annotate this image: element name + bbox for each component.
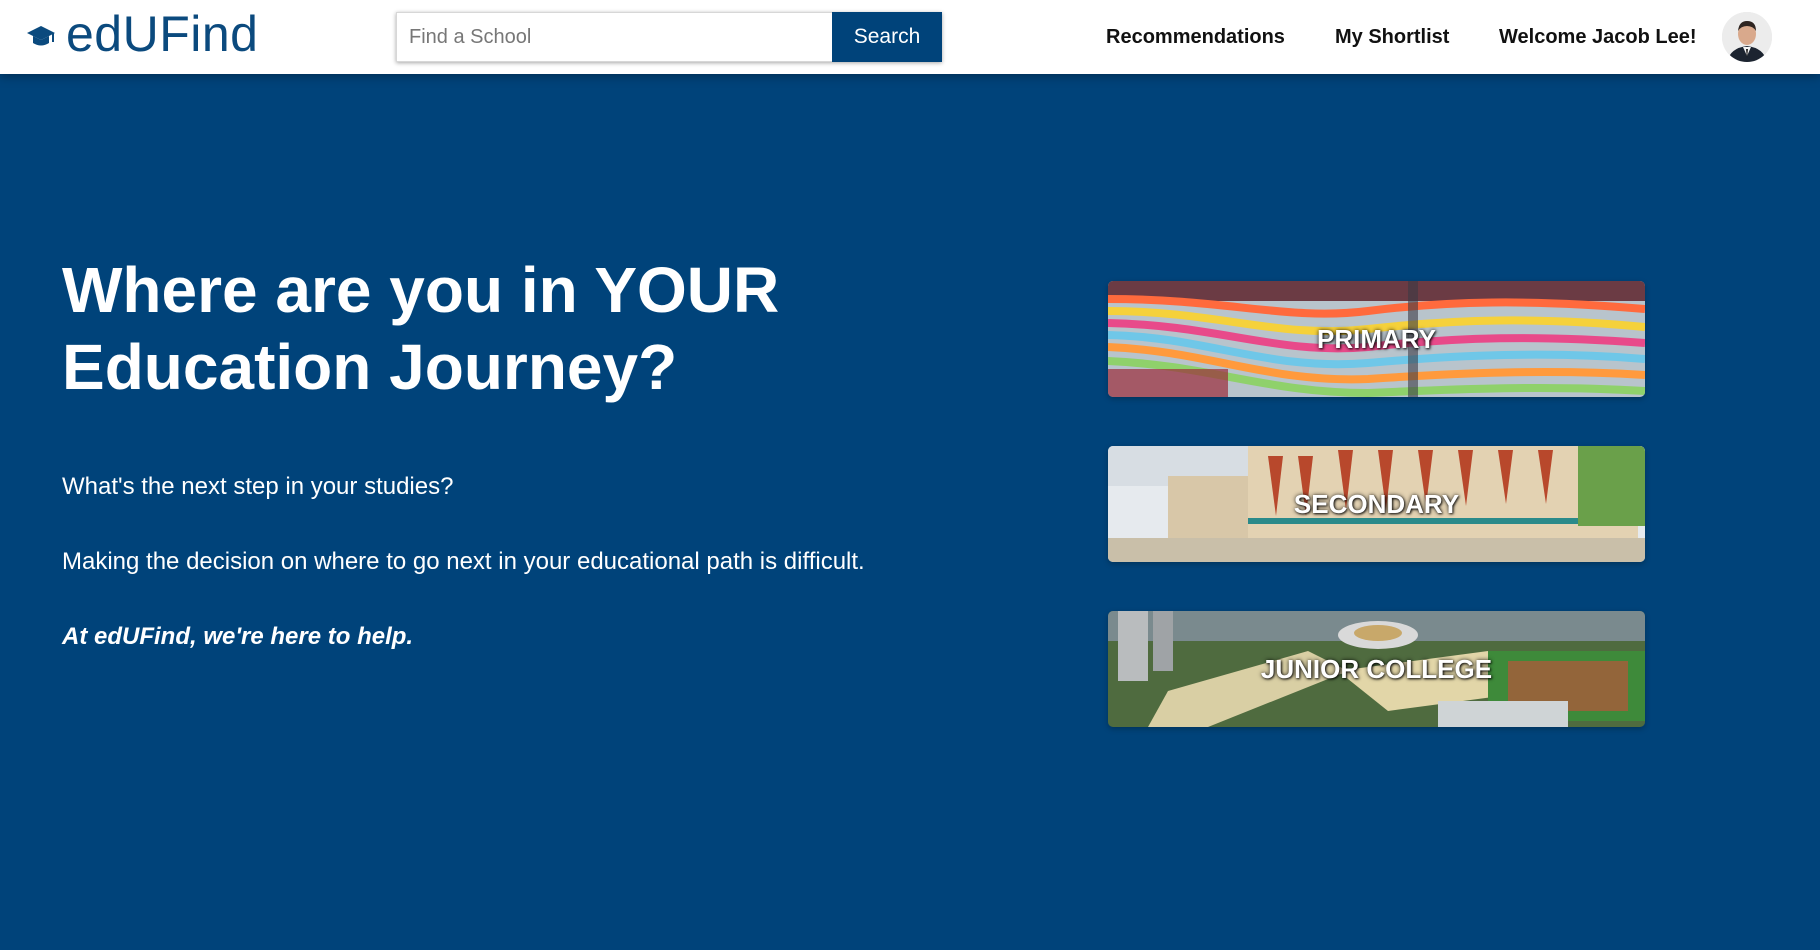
graduation-cap-icon	[27, 26, 55, 46]
nav-recommendations[interactable]: Recommendations	[1106, 0, 1285, 74]
top-navbar: edUFind Search Recommendations My Shortl…	[0, 0, 1820, 74]
logo-text: edUFind	[66, 6, 259, 62]
hero-description: Making the decision on where to go next …	[62, 548, 865, 575]
level-card-primary[interactable]: PRIMARY	[1108, 281, 1645, 397]
user-avatar-icon	[1722, 12, 1772, 62]
avatar[interactable]	[1722, 12, 1772, 62]
level-label-secondary: SECONDARY	[1293, 488, 1460, 519]
hero-tagline: At edUFind, we're here to help.	[62, 623, 414, 650]
hero-title-line1: Where are you in YOUR	[62, 254, 780, 326]
hero-title-line2: Education Journey?	[62, 331, 678, 403]
level-label-primary: PRIMARY	[1317, 323, 1436, 354]
search-bar: Search	[396, 12, 942, 62]
level-label-junior-college: JUNIOR COLLEGE	[1260, 653, 1493, 684]
level-card-junior-college[interactable]: JUNIOR COLLEGE	[1108, 611, 1645, 727]
logo[interactable]: edUFind	[26, 4, 259, 64]
hero-subtitle: What's the next step in your studies?	[62, 473, 454, 500]
search-input[interactable]	[396, 12, 832, 62]
welcome-user[interactable]: Welcome Jacob Lee!	[1499, 0, 1696, 74]
search-button[interactable]: Search	[832, 12, 942, 62]
nav-my-shortlist[interactable]: My Shortlist	[1335, 0, 1449, 74]
hero-title: Where are you in YOUR Education Journey?	[62, 252, 962, 406]
level-card-secondary[interactable]: SECONDARY	[1108, 446, 1645, 562]
